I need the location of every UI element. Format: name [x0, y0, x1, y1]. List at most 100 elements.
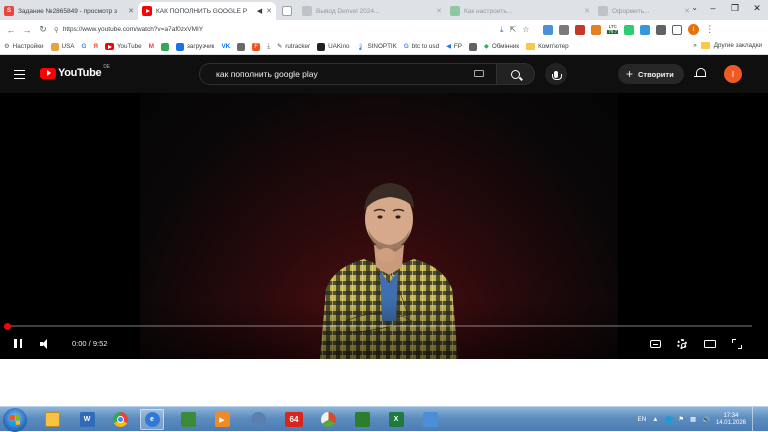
bookmark-item[interactable]: ⤓ [267, 43, 270, 51]
close-window-icon[interactable]: ✕ [746, 0, 768, 16]
tab-setup[interactable]: Как настроить... ✕ [446, 2, 594, 20]
taskbar-webmoney[interactable]: W [75, 409, 99, 430]
bookmark-item[interactable]: 🌡 SINOPTIK [356, 43, 396, 51]
bookmark-item[interactable]: ⚙ Настройки [4, 43, 44, 50]
bookmark-item[interactable]: Gbtc to usd [404, 43, 439, 50]
theater-mode-icon[interactable] [704, 340, 716, 348]
bookmark-item[interactable]: M [149, 43, 154, 50]
extension-icon[interactable] [640, 24, 651, 35]
start-button[interactable] [3, 408, 27, 432]
bookmark-item[interactable]: F [252, 42, 261, 51]
notifications-bell-icon[interactable] [694, 68, 706, 79]
show-desktop-button[interactable] [752, 407, 760, 432]
extension-icon[interactable] [559, 24, 570, 35]
more-bookmarks-icon[interactable]: » [693, 42, 697, 49]
close-icon[interactable]: ✕ [266, 7, 272, 15]
subtitles-icon[interactable] [650, 340, 661, 348]
taskbar-media-player[interactable]: ▶ [210, 409, 234, 430]
taskbar-window[interactable] [418, 409, 442, 430]
search-button[interactable] [497, 63, 535, 85]
sidebar-icon[interactable] [672, 24, 683, 35]
minimize-icon[interactable]: – [702, 0, 724, 16]
taskbar-ie[interactable]: e [140, 409, 164, 430]
extension-icon[interactable] [575, 24, 586, 35]
extension-icon[interactable] [624, 24, 635, 35]
clock[interactable]: 17:34 14.01.2026 [716, 413, 746, 427]
youtube-logo[interactable]: YouTube DE [40, 64, 110, 79]
download-icon[interactable]: ⤓ [500, 25, 504, 35]
bookmark-item[interactable]: USA [50, 42, 75, 51]
bookmark-item[interactable]: UAKino [317, 42, 349, 51]
tray-app-icon[interactable] [664, 415, 673, 424]
taskbar-chrome[interactable] [108, 409, 132, 430]
tab-blank[interactable] [276, 2, 298, 20]
scrubber-handle[interactable] [4, 322, 11, 330]
close-icon[interactable]: ✕ [584, 7, 590, 15]
keyboard-icon[interactable] [474, 70, 484, 77]
tab-order[interactable]: Оформить... ✕ [594, 2, 694, 20]
extensions-puzzle-icon[interactable] [656, 24, 667, 35]
close-icon[interactable]: ✕ [436, 7, 442, 15]
audio-icon[interactable]: ◀ [257, 7, 262, 15]
tab-denvel[interactable]: Вывод Denvel 2024... ✕ [298, 2, 446, 20]
menu-dots-icon[interactable]: ⋮ [705, 24, 714, 35]
bookmark-item[interactable]: ◆ Обмінник [484, 43, 519, 50]
video-player[interactable]: 0:00 / 9:52 [0, 93, 768, 359]
chrome-icon [112, 412, 128, 427]
speaker-icon[interactable]: 🔊 [702, 416, 710, 424]
bookmark-item[interactable] [160, 42, 169, 51]
extension-icon[interactable] [543, 24, 554, 35]
taskbar-monitor[interactable] [176, 409, 200, 430]
other-bookmarks[interactable]: Другие закладки [714, 42, 762, 49]
taskbar-app[interactable] [246, 409, 270, 430]
restore-icon[interactable]: ❐ [724, 0, 746, 16]
tab-title: Оформить... [612, 7, 650, 15]
flag-icon[interactable]: ⚑ [679, 416, 685, 423]
bookmark-item[interactable] [237, 42, 246, 51]
reload-icon[interactable]: ↻ [38, 24, 48, 35]
share-icon[interactable]: ⇱ [510, 25, 517, 34]
thermometer-icon: 🌡 [356, 43, 365, 51]
tab-task[interactable]: S Задание №2865849 - просмотр з ✕ [0, 2, 138, 20]
taskbar-explorer[interactable] [40, 409, 64, 430]
bookmark-star-icon[interactable]: ☆ [522, 25, 529, 34]
pause-icon[interactable] [14, 339, 22, 348]
taskbar-pictures[interactable] [316, 409, 340, 430]
bookmark-item[interactable]: Я [93, 43, 98, 50]
bookmark-item[interactable] [468, 42, 477, 51]
account-avatar[interactable]: I [724, 65, 742, 83]
address-bar[interactable]: ⚲ https://www.youtube.com/watch?v=a7af0z… [54, 23, 494, 37]
close-icon[interactable]: ✕ [128, 7, 134, 15]
volume-icon[interactable] [40, 339, 52, 349]
settings-gear-icon[interactable] [677, 339, 687, 349]
progress-bar[interactable] [4, 322, 752, 330]
network-icon[interactable]: ▦ [690, 416, 696, 423]
bookmark-item[interactable]: ✎ rutracker [277, 43, 310, 50]
extension-icon[interactable] [591, 24, 602, 35]
profile-avatar[interactable]: I [688, 24, 700, 35]
bookmark-item[interactable]: Комп'ютер [526, 43, 569, 50]
language-indicator[interactable]: EN [638, 416, 647, 423]
taskbar-terminal[interactable] [350, 409, 374, 430]
site-info-icon[interactable]: ⚲ [54, 26, 59, 34]
menu-icon[interactable] [14, 70, 25, 79]
fullscreen-icon[interactable] [732, 339, 742, 349]
back-icon[interactable]: ← [6, 25, 16, 35]
ltc-extension[interactable]: LTC 79.7 [607, 24, 619, 34]
bookmark-item[interactable]: G [82, 43, 87, 50]
taskbar-aida64[interactable]: 64 [282, 409, 306, 430]
close-icon[interactable]: ✕ [684, 7, 690, 15]
taskbar-excel[interactable]: X [384, 409, 408, 430]
tab-search-icon[interactable]: ⌄ [691, 3, 698, 12]
voice-search-button[interactable] [545, 63, 567, 85]
create-button[interactable]: + Створити [618, 64, 684, 84]
search-input[interactable]: как пополнить google play [199, 63, 497, 85]
bookmark-item[interactable]: загрузчик [175, 42, 214, 51]
tray-arrow-icon[interactable]: ▲ [652, 416, 658, 423]
forward-icon[interactable]: → [22, 25, 32, 35]
bookmark-item[interactable]: YouTube [104, 43, 142, 50]
bookmark-item[interactable]: VK [221, 43, 230, 50]
windows-logo-icon [10, 414, 20, 426]
tab-youtube[interactable]: КАК ПОПОЛНИТЬ GOOGLE P ◀ ✕ [138, 2, 276, 20]
bookmark-item[interactable]: ◀ FP [446, 43, 462, 50]
